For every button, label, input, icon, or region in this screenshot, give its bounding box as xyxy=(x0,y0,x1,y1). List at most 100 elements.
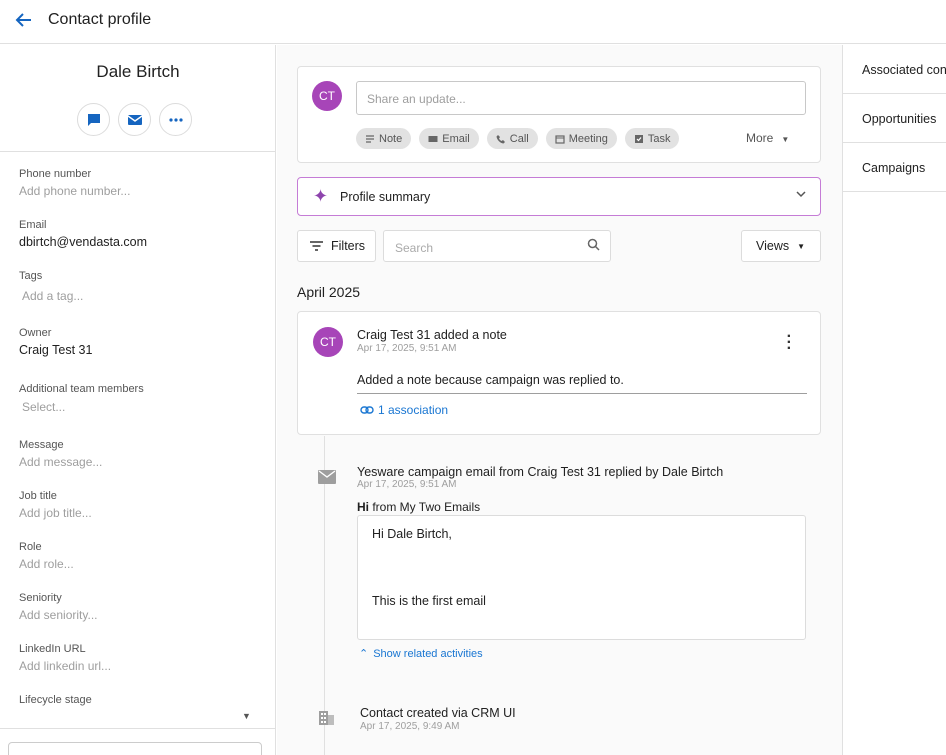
profile-summary-panel[interactable]: ✦ Profile summary xyxy=(297,177,821,216)
chip-task[interactable]: Task xyxy=(624,128,680,149)
field-role[interactable]: Role Add role... xyxy=(19,541,74,571)
field-label: Tags xyxy=(19,270,43,282)
email-subject-rest: from My Two Emails xyxy=(369,500,481,514)
linkedin-input[interactable]: Add linkedin url... xyxy=(19,659,111,673)
timeline-month-heading: April 2025 xyxy=(297,284,361,300)
update-composer: CT Share an update... Note Email Call Me… xyxy=(297,66,821,163)
task-icon xyxy=(634,134,643,143)
seniority-input[interactable]: Add seniority... xyxy=(19,608,97,622)
field-label: Message xyxy=(19,439,64,451)
field-label: Role xyxy=(19,541,42,553)
field-lifecycle-stage[interactable]: Lifecycle stage xyxy=(19,694,92,706)
job-title-input[interactable]: Add job title... xyxy=(19,506,92,520)
team-members-select[interactable]: Select... xyxy=(22,400,144,414)
chip-note[interactable]: Note xyxy=(356,128,412,149)
sparkle-icon: ✦ xyxy=(313,186,329,206)
edit-button[interactable] xyxy=(8,742,262,755)
field-owner[interactable]: Owner Craig Test 31 xyxy=(19,327,92,357)
mail-icon xyxy=(428,135,438,142)
calendar-icon xyxy=(555,134,565,144)
message-input[interactable]: Add message... xyxy=(19,455,102,469)
chip-label: Meeting xyxy=(568,132,608,145)
field-label: Seniority xyxy=(19,592,62,604)
owner-value[interactable]: Craig Test 31 xyxy=(19,343,92,357)
message-button[interactable] xyxy=(77,103,110,136)
field-label: Phone number xyxy=(19,168,92,180)
created-activity-timestamp: Apr 17, 2025, 9:49 AM xyxy=(360,721,460,732)
association-label: 1 association xyxy=(378,403,449,417)
more-dropdown[interactable]: More ▼ xyxy=(746,131,789,145)
search-input[interactable]: Search xyxy=(383,230,611,262)
field-label: Owner xyxy=(19,327,52,339)
email-value[interactable]: dbirtch@vendasta.com xyxy=(19,235,147,249)
chip-label: Note xyxy=(379,132,403,145)
top-bar: Contact profile xyxy=(0,0,946,44)
show-related-activities-link[interactable]: ⌃ Show related activities xyxy=(359,647,483,660)
note-title: Craig Test 31 added a note xyxy=(357,328,507,342)
more-label: More xyxy=(746,131,774,145)
contact-details-panel: Dale Birtch Phone number Add phone numbe… xyxy=(0,45,276,755)
divider xyxy=(357,393,807,394)
association-link[interactable]: 1 association xyxy=(360,403,448,417)
note-icon xyxy=(366,134,374,143)
email-button[interactable] xyxy=(118,103,151,136)
email-subject: Hi from My Two Emails xyxy=(357,500,480,514)
field-team-members[interactable]: Additional team members Select... xyxy=(19,383,144,414)
chip-call[interactable]: Call xyxy=(486,128,538,149)
chip-label: Task xyxy=(647,132,671,145)
field-seniority[interactable]: Seniority Add seniority... xyxy=(19,592,97,622)
field-email[interactable]: Email dbirtch@vendasta.com xyxy=(19,219,147,249)
email-greeting: Hi Dale Birtch, xyxy=(372,527,452,541)
expand-icon: ⌃ xyxy=(359,648,369,660)
field-label: Additional team members xyxy=(19,383,144,395)
avatar: CT xyxy=(312,81,342,111)
chip-meeting[interactable]: Meeting xyxy=(545,128,617,149)
views-dropdown[interactable]: Views ▼ xyxy=(741,230,821,262)
note-card: CT Craig Test 31 added a note Apr 17, 20… xyxy=(297,311,821,435)
section-opportunities[interactable]: Opportunities xyxy=(843,94,946,143)
chevron-down-icon[interactable] xyxy=(795,188,807,203)
section-campaigns[interactable]: Campaigns xyxy=(843,143,946,192)
building-icon xyxy=(318,709,335,731)
more-actions-button[interactable] xyxy=(159,103,192,136)
link-icon xyxy=(360,406,374,414)
email-activity-timestamp: Apr 17, 2025, 9:51 AM xyxy=(357,479,457,490)
field-phone[interactable]: Phone number Add phone number... xyxy=(19,168,130,198)
search-icon xyxy=(587,238,600,254)
views-label: Views xyxy=(756,239,790,253)
contact-actions xyxy=(77,103,192,136)
dropdown-arrow-icon[interactable]: ▼ xyxy=(242,711,251,721)
caret-down-icon: ▼ xyxy=(797,241,806,251)
phone-icon xyxy=(496,134,505,143)
chip-label: Call xyxy=(509,132,529,145)
activity-type-chips: Note Email Call Meeting Task xyxy=(356,128,680,149)
more-vertical-icon[interactable]: · · · xyxy=(787,329,792,357)
email-subject-bold: Hi xyxy=(357,500,369,514)
mail-icon xyxy=(318,469,336,489)
filter-icon xyxy=(310,241,323,251)
email-activity-title: Yesware campaign email from Craig Test 3… xyxy=(357,465,724,479)
tags-input[interactable]: Add a tag... xyxy=(22,289,83,303)
avatar: CT xyxy=(313,327,343,357)
field-linkedin[interactable]: LinkedIn URL Add linkedin url... xyxy=(19,643,111,673)
field-label: Job title xyxy=(19,490,57,502)
section-associated-contacts[interactable]: Associated contacts xyxy=(843,45,946,94)
filters-label: Filters xyxy=(331,239,366,253)
search-placeholder: Search xyxy=(395,241,434,255)
field-label: Email xyxy=(19,219,47,231)
field-job-title[interactable]: Job title Add job title... xyxy=(19,490,92,520)
field-tags[interactable]: Tags Add a tag... xyxy=(19,270,83,303)
email-body-box: Hi Dale Birtch, This is the first email xyxy=(357,515,806,640)
activity-panel: CT Share an update... Note Email Call Me… xyxy=(277,45,842,755)
associations-panel: Associated contacts Opportunities Campai… xyxy=(842,45,946,755)
field-message[interactable]: Message Add message... xyxy=(19,439,102,469)
note-timestamp: Apr 17, 2025, 9:51 AM xyxy=(357,343,457,354)
filters-button[interactable]: Filters xyxy=(297,230,376,262)
phone-input[interactable]: Add phone number... xyxy=(19,184,130,198)
share-update-input[interactable]: Share an update... xyxy=(356,81,806,115)
chip-email[interactable]: Email xyxy=(419,128,479,149)
field-label: Lifecycle stage xyxy=(19,694,92,706)
role-input[interactable]: Add role... xyxy=(19,557,74,571)
page-title: Contact profile xyxy=(48,11,152,28)
back-arrow-icon[interactable] xyxy=(14,10,36,32)
